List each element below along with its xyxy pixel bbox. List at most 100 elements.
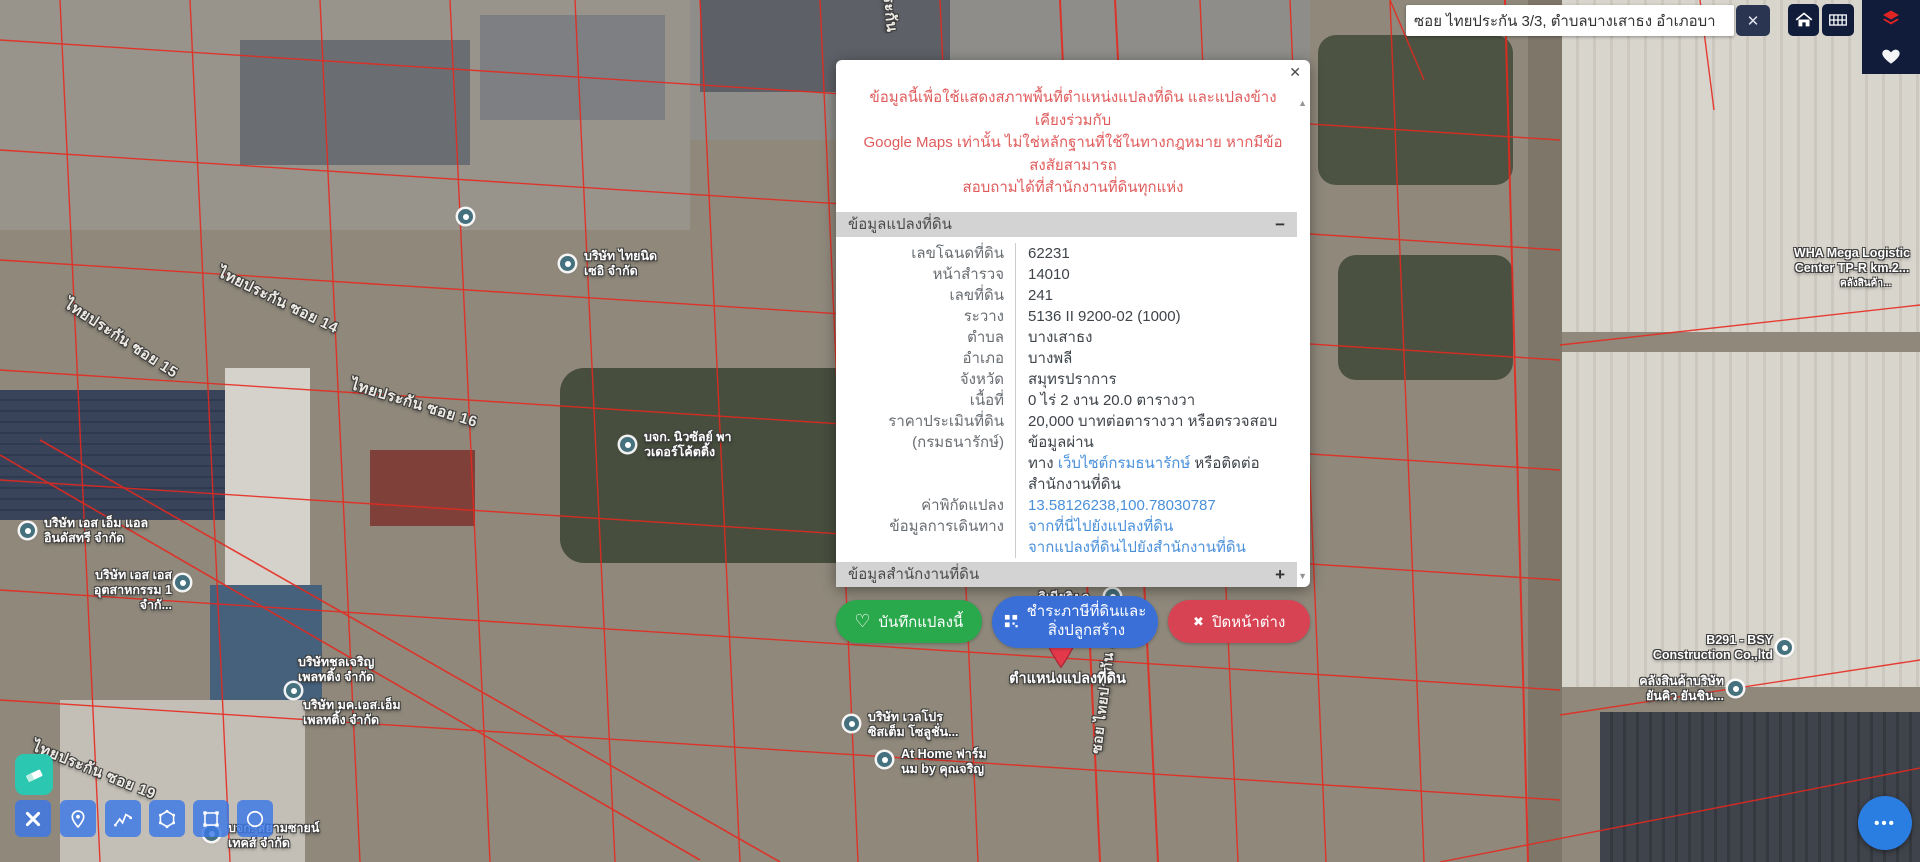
price-text: 20,000 บาทต่อตารางวา หรือตรวจสอบข้อมูลผ่… [1028, 413, 1277, 451]
table-row: เนื้อที่ 0 ไร่ 2 งาน 20.0 ตารางวา [836, 390, 1297, 411]
close-icon[interactable]: ✕ [1289, 65, 1301, 79]
poi-label: บริษัท มค.เอส.เอ็ม เพลทติ้ง จำกัด [303, 698, 401, 728]
poi-marker[interactable] [458, 209, 473, 224]
map-building-solar [0, 390, 225, 520]
row-label: ค่าพิกัดแปลง [836, 495, 1015, 516]
poi-label: คลังสินค้าบริษัท ยันคิว ยันชิน... [1626, 674, 1724, 704]
map-building [240, 40, 470, 165]
home-icon [1793, 9, 1815, 31]
table-row: ระวาง 5136 II 9200-02 (1000) [836, 306, 1297, 327]
poi-marker[interactable] [560, 256, 575, 271]
popup-button-row: ♡ บันทึกแปลงนี้ ชำระภาษีที่ดินและ สิ่งปล… [836, 596, 1310, 648]
row-label: อำเภอ [836, 348, 1015, 369]
row-value: 241 [1015, 285, 1297, 306]
save-parcel-button[interactable]: ♡ บันทึกแปลงนี้ [836, 600, 982, 643]
pay-land-tax-button[interactable]: ชำระภาษีที่ดินและ สิ่งปลูกสร้าง [992, 596, 1159, 648]
section-office-header[interactable]: ข้อมูลสำนักงานที่ดิน + [836, 562, 1297, 587]
draw-measure-tool-button[interactable] [15, 800, 51, 837]
poi-label: บริษัท เอส เอส อุตสาหกรรม 1 จำกั... [70, 568, 172, 612]
close-window-button[interactable]: ✖ ปิดหน้าต่าง [1168, 600, 1310, 643]
map-vegetation [1338, 255, 1513, 380]
favorites-button[interactable] [1862, 37, 1920, 74]
poi-marker[interactable] [1728, 681, 1743, 696]
table-row: ตำบล บางเสาธง [836, 327, 1297, 348]
poi-label: บริษัท เอส เอ็ม แอล อินดัสทรี จำกัด [44, 516, 148, 546]
row-value: บางเสาธง [1015, 327, 1297, 348]
row-label: จังหวัด [836, 369, 1015, 390]
scroll-up-icon[interactable]: ▲ [1298, 98, 1307, 108]
pencil-ruler-icon [22, 808, 44, 830]
row-value: 5136 II 9200-02 (1000) [1015, 306, 1297, 327]
search-input[interactable] [1406, 5, 1734, 36]
eraser-tool-button[interactable] [15, 754, 53, 795]
grid-icon [1827, 9, 1849, 31]
poi-marker[interactable] [1777, 640, 1792, 655]
expand-icon[interactable]: + [1275, 566, 1285, 583]
row-value: 20,000 บาทต่อตารางวา หรือตรวจสอบข้อมูลผ่… [1015, 411, 1297, 495]
row-label: ระวาง [836, 306, 1015, 327]
poi-label: บจก. นิวซัลย์ พา วเดอร์โค้ตติ้ง [644, 430, 732, 460]
price-text: ทาง [1028, 455, 1058, 472]
polygon-tool-button[interactable] [149, 800, 185, 837]
map-building [370, 450, 475, 526]
grid-layer-button[interactable] [1822, 4, 1854, 36]
poi-label: At Home ฟาร์ม นม by คุณจริญ [901, 747, 987, 777]
row-value: 14010 [1015, 264, 1297, 285]
rectangle-tool-button[interactable] [193, 800, 229, 837]
map-building [480, 15, 665, 120]
section-parcel-header[interactable]: ข้อมูลแปลงที่ดิน − [836, 212, 1297, 237]
row-label: ข้อมูลการเดินทาง [836, 516, 1015, 558]
layers-button[interactable] [1862, 0, 1920, 37]
poi-label: บริษัท เวลโปร ซิสเต็ม โซลูชั่น... [868, 710, 959, 740]
polyline-icon [112, 808, 134, 830]
directions-to-parcel-link[interactable]: จากที่นี่ไปยังแปลงที่ดิน [1028, 518, 1173, 535]
poi-marker[interactable] [175, 575, 190, 590]
row-value: 62231 [1015, 243, 1297, 264]
poi-marker[interactable] [877, 752, 892, 767]
row-label: หน้าสำรวจ [836, 264, 1015, 285]
poi-label: บริษัทชลเจริญ เพลทติ้ง จำกัด [298, 655, 374, 685]
parcel-table: เลขโฉนดที่ดิน 62231 หน้าสำรวจ 14010 เลขท… [836, 243, 1297, 558]
map-side-panel [1862, 0, 1920, 74]
polygon-icon [156, 808, 178, 830]
table-row-travel: ข้อมูลการเดินทาง จากที่นี่ไปยังแปลงที่ดิ… [836, 516, 1297, 558]
map-road [1528, 0, 1562, 862]
clear-search-button[interactable]: ✕ [1736, 5, 1770, 36]
marker-tool-button[interactable] [60, 800, 96, 837]
polyline-tool-button[interactable] [105, 800, 141, 837]
street-label: ไทยประกัน ซอย 15 [61, 296, 181, 383]
poi-marker[interactable] [844, 716, 859, 731]
save-parcel-label: บันทึกแปลงนี้ [878, 610, 963, 634]
section-parcel-title: ข้อมูลแปลงที่ดิน [848, 212, 952, 236]
close-window-label: ปิดหน้าต่าง [1212, 610, 1285, 634]
qr-code-icon [1004, 614, 1019, 629]
poi-marker[interactable] [286, 683, 301, 698]
poi-label: WHA Mega Logistic Center TP-R km.2... [1788, 246, 1916, 276]
table-row: จังหวัด สมุทรปราการ [836, 369, 1297, 390]
home-button[interactable] [1788, 4, 1819, 36]
table-row: อำเภอ บางพลี [836, 348, 1297, 369]
table-row: เลขโฉนดที่ดิน 62231 [836, 243, 1297, 264]
close-x-icon: ✖ [1193, 614, 1204, 630]
street-label: ไทยประกัน ซอย 16 [348, 376, 479, 431]
row-value: สมุทรปราการ [1015, 369, 1297, 390]
poi-marker[interactable] [620, 437, 635, 452]
collapse-icon[interactable]: − [1275, 216, 1285, 233]
circle-tool-button[interactable] [237, 800, 273, 837]
poi-marker[interactable] [20, 523, 35, 538]
heart-outline-icon: ♡ [854, 611, 870, 632]
row-label: ตำบล [836, 327, 1015, 348]
row-label: ราคาประเมินที่ดิน (กรมธนารักษ์) [836, 411, 1015, 495]
coordinates-link[interactable]: 13.58126238,100.78030787 [1028, 497, 1216, 514]
heart-icon [1880, 45, 1902, 67]
table-row: เลขที่ดิน 241 [836, 285, 1297, 306]
street-label: ไทยประกัน ซอย 14 [215, 264, 341, 338]
scroll-down-icon[interactable]: ▼ [1298, 571, 1307, 581]
row-value: 0 ไร่ 2 งาน 20.0 ตารางวา [1015, 390, 1297, 411]
more-options-fab[interactable]: ••• [1858, 796, 1912, 850]
circle-icon [244, 808, 266, 830]
directions-to-office-link[interactable]: จากแปลงที่ดินไปยังสำนักงานที่ดิน [1028, 539, 1246, 556]
treasury-website-link[interactable]: เว็บไซต์กรมธนารักษ์ [1058, 455, 1190, 472]
poi-label-sub: คลังสินค้า... [1840, 278, 1891, 290]
poi-label: B291 - BSY Construction Co.,ltd [1638, 633, 1773, 663]
